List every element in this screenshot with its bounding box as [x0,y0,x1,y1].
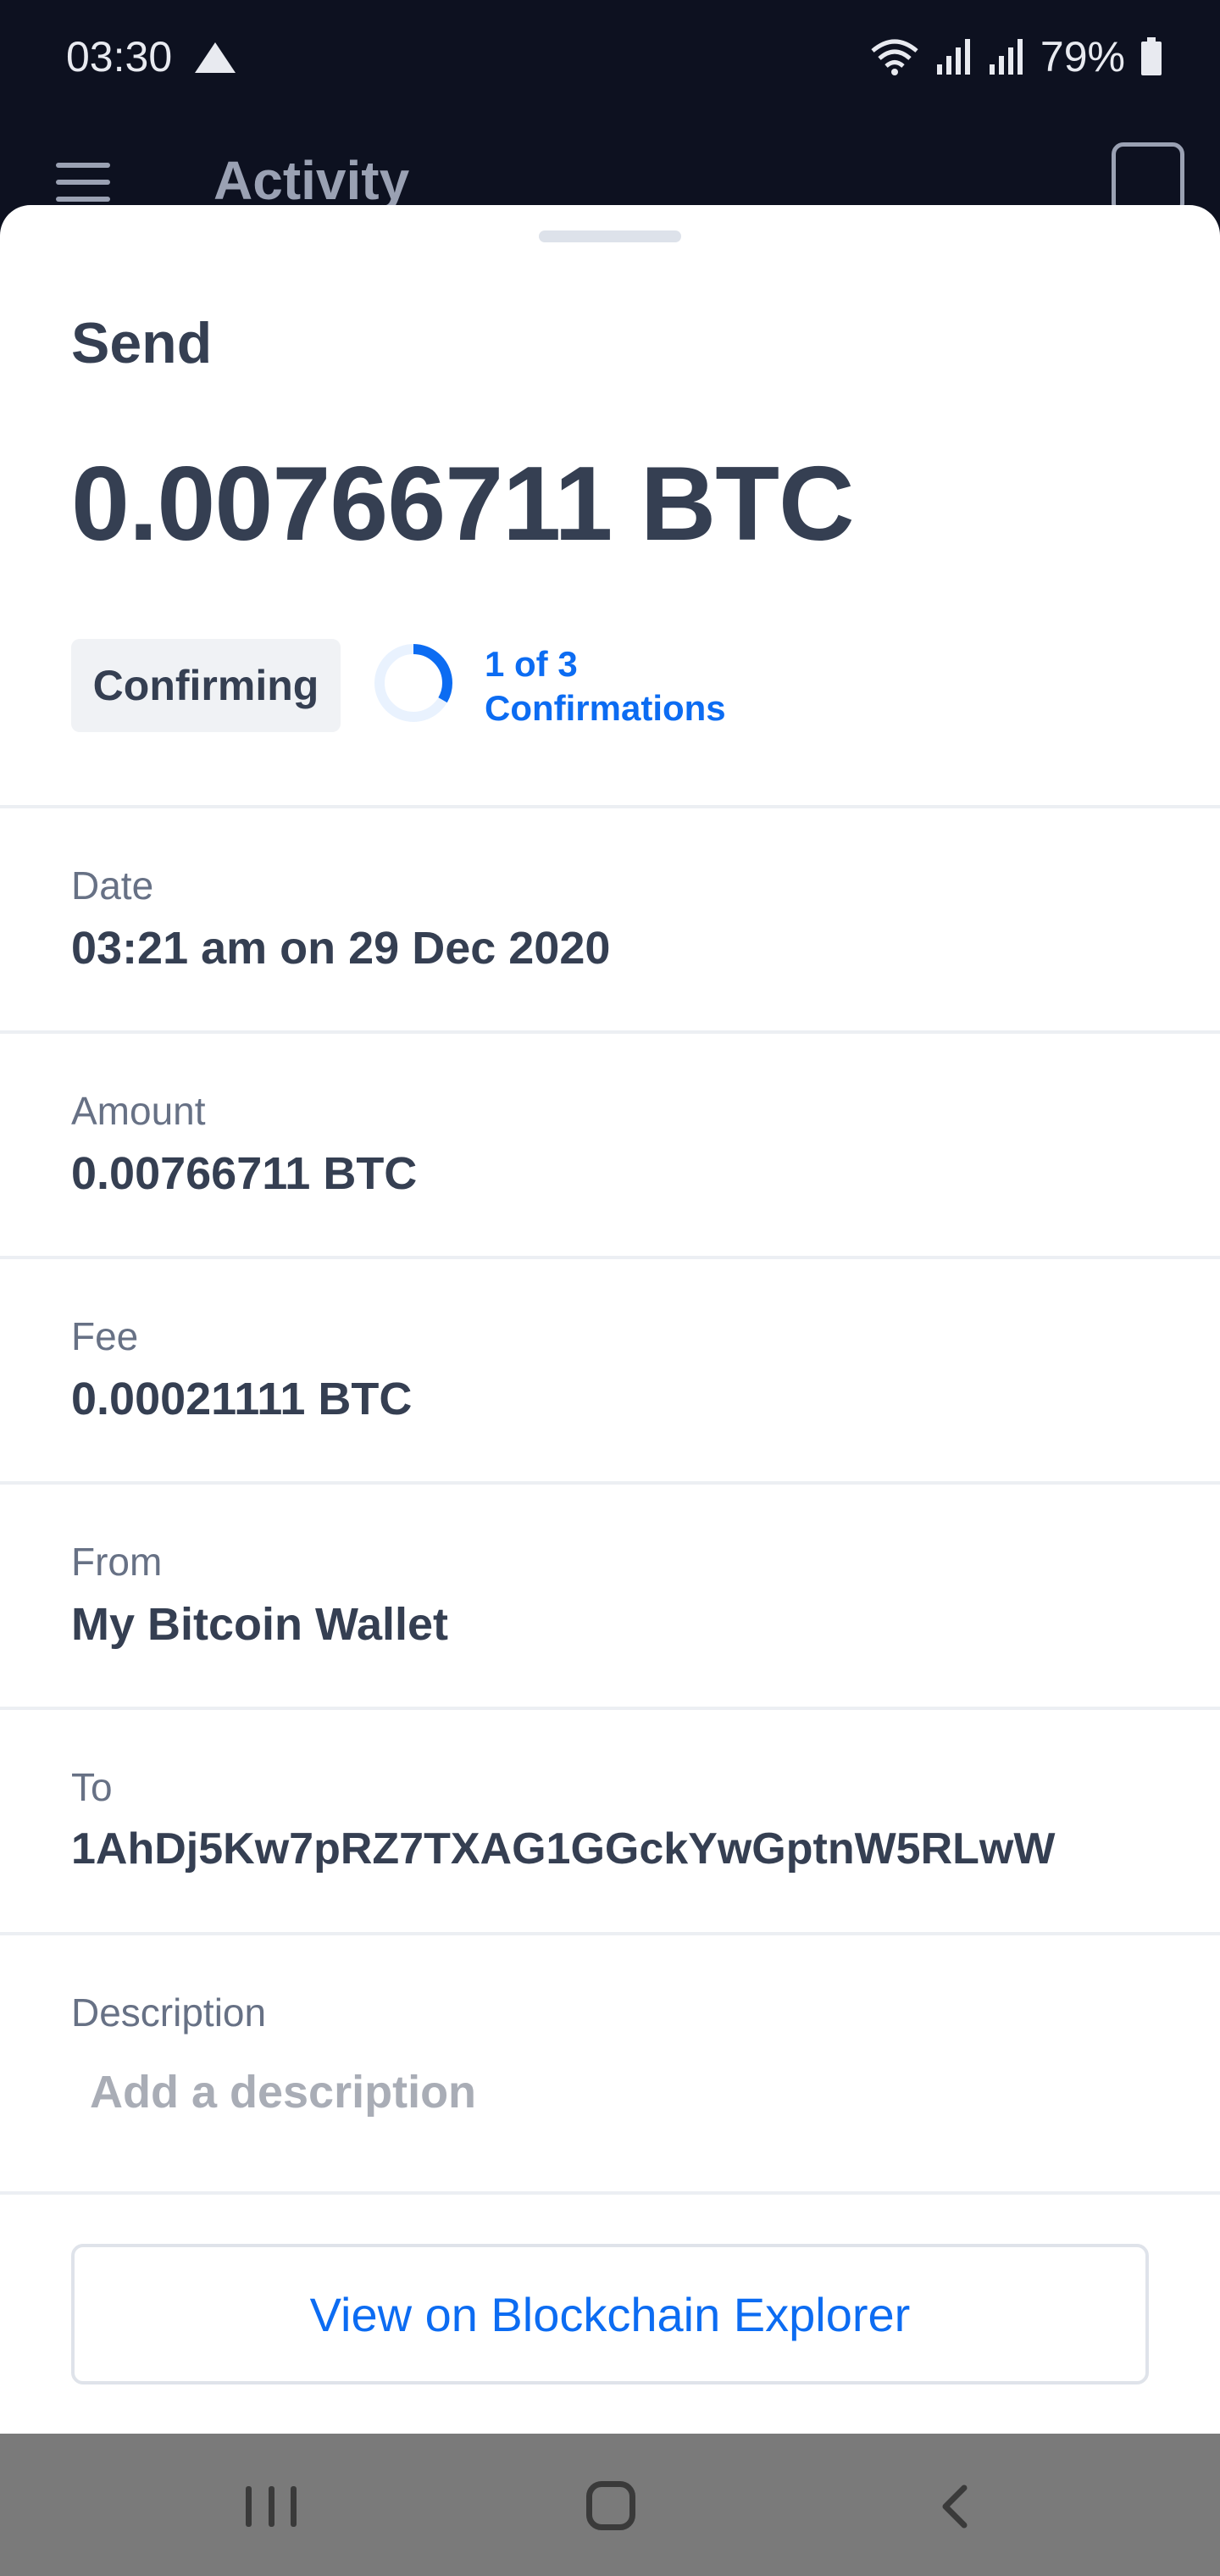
divider [0,805,1220,808]
system-nav-bar [0,2434,1220,2576]
hamburger-menu-icon[interactable] [56,163,110,205]
to-label: To [71,1765,113,1809]
back-icon[interactable] [932,2483,979,2530]
divider [0,2191,1220,2195]
amount-label: Amount [71,1089,206,1133]
divider [0,1030,1220,1034]
from-label: From [71,1540,163,1584]
divider [0,1932,1220,1935]
date-row: Date 03:21 am on 29 Dec 2020 [71,863,1173,974]
from-row: From My Bitcoin Wallet [71,1539,1173,1651]
confirmation-progress-ring [374,644,452,722]
divider [0,1256,1220,1259]
amount-value: 0.00766711 BTC [71,1148,418,1199]
description-input[interactable] [71,2054,1176,2130]
app-title: Activity [214,150,410,211]
description-row: Description [71,1990,1173,2035]
status-icons: 79% [869,32,1162,81]
alert-triangle-icon [195,42,236,73]
to-address[interactable]: 1AhDj5Kw7pRZ7TXAG1GGckYwGptnW5RLwW [71,1824,1173,1874]
sheet-drag-handle[interactable] [539,230,681,242]
recent-apps-icon[interactable] [246,2486,297,2527]
divider [0,1707,1220,1710]
to-row: To 1AhDj5Kw7pRZ7TXAG1GGckYwGptnW5RLwW [71,1764,1173,1874]
fee-label: Fee [71,1314,139,1358]
status-time: 03:30 [66,33,173,80]
date-label: Date [71,863,154,908]
transaction-amount: 0.00766711 BTC [71,446,855,563]
battery-percent: 79% [1040,33,1125,80]
transaction-type: Send [71,311,213,375]
amount-row: Amount 0.00766711 BTC [71,1088,1173,1200]
from-value: My Bitcoin Wallet [71,1599,449,1650]
view-on-explorer-button[interactable]: View on Blockchain Explorer [71,2244,1149,2384]
date-value: 03:21 am on 29 Dec 2020 [71,923,611,974]
description-label: Description [71,1990,267,2035]
battery-icon [1141,37,1162,75]
signal-icon [936,39,970,75]
confirmations-count: 1 of 3 [485,644,578,684]
transaction-detail-sheet: Send 0.00766711 BTC Confirming 1 of 3 Co… [0,205,1220,2434]
fee-value: 0.00021111 BTC [71,1374,413,1424]
wifi-icon [871,39,918,75]
divider [0,1481,1220,1485]
signal-icon-2 [989,39,1023,75]
app-header: Activity [0,119,1220,215]
fee-row: Fee 0.00021111 BTC [71,1313,1173,1425]
status-badge: Confirming [71,639,341,732]
home-icon[interactable] [586,2481,635,2530]
confirmations-text: 1 of 3 Confirmations [485,642,726,730]
status-bar: 03:30 79% [0,0,1220,119]
confirmations-label: Confirmations [485,688,726,728]
